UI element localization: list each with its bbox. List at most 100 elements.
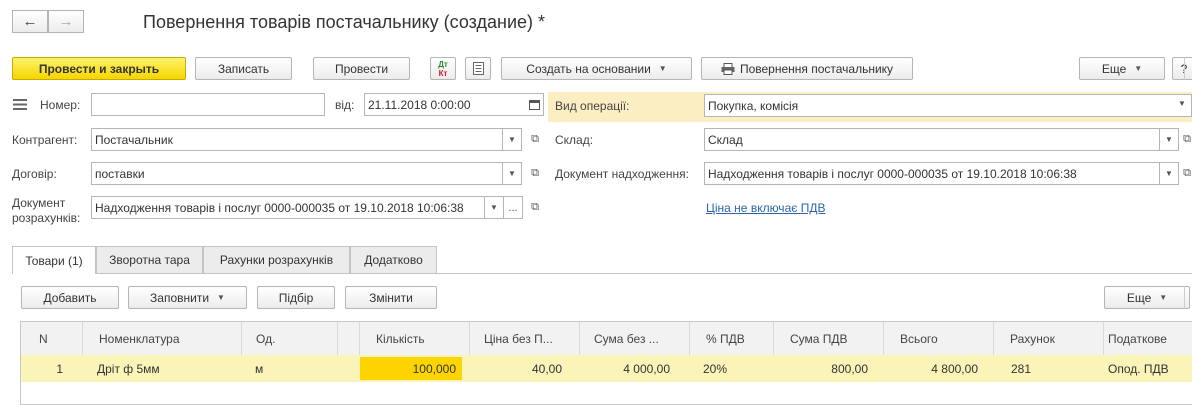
contract-dropdown[interactable]: ▼	[502, 162, 522, 185]
column-header-amount[interactable]: Сума без ...	[580, 322, 690, 355]
post-button[interactable]: Провести	[313, 57, 410, 80]
cell-tax[interactable]: Опод. ПДВ	[1104, 355, 1192, 382]
forward-button[interactable]: →	[48, 10, 84, 33]
back-button[interactable]: ←	[12, 10, 48, 33]
number-input[interactable]	[91, 93, 325, 116]
fill-label: Заповнити	[150, 290, 210, 305]
goods-table: N Номенклатура Од. Кількість Ціна без П.…	[20, 321, 1192, 405]
open-window-icon: ⧉	[531, 201, 539, 213]
column-header-tax[interactable]: Податкове	[1104, 322, 1192, 355]
contract-label: Договір:	[12, 167, 57, 181]
cell-total[interactable]: 4 800,00	[884, 355, 984, 382]
cell-n[interactable]: 1	[21, 355, 69, 382]
column-header-total[interactable]: Всього	[884, 322, 994, 355]
column-header-vat-rate[interactable]: % ПДВ	[690, 322, 774, 355]
column-header-quantity[interactable]: Кількість	[360, 322, 470, 355]
chevron-down-icon: ▼	[658, 64, 667, 73]
column-header-price[interactable]: Ціна без П...	[470, 322, 580, 355]
tab-goods[interactable]: Товари (1)	[12, 246, 96, 274]
tab-settlement-accounts[interactable]: Рахунки розрахунків	[203, 246, 350, 273]
chevron-down-icon: ▼	[1165, 135, 1173, 144]
scrollbar-top[interactable]	[1184, 57, 1192, 80]
chevron-down-icon: ▼	[217, 293, 225, 302]
calendar-icon	[528, 100, 540, 110]
ellipsis-icon: ...	[508, 201, 518, 214]
more-button[interactable]: Еще ▼	[1079, 57, 1165, 80]
settlement-doc-dropdown[interactable]: ▼	[484, 196, 504, 219]
scrollbar-table[interactable]	[1184, 286, 1192, 309]
column-header-n[interactable]: N	[21, 322, 83, 355]
operation-input[interactable]: Покупка, комісія	[704, 94, 1192, 117]
settlement-doc-input[interactable]: Надходження товарів і послуг 0000-000035…	[91, 196, 504, 219]
open-window-icon: ⧉	[1183, 167, 1191, 179]
calendar-button[interactable]	[526, 96, 542, 113]
counterparty-input[interactable]: Постачальник	[91, 128, 522, 151]
page-title: Повернення товарів постачальнику (создан…	[143, 12, 546, 32]
settlement-doc-open-button[interactable]: ⧉	[526, 196, 544, 219]
fill-button[interactable]: Заповнити ▼	[128, 286, 247, 309]
settlement-doc-label: Документ розрахунків:	[12, 196, 80, 226]
column-header-extra[interactable]	[338, 322, 360, 355]
receipt-doc-open-button[interactable]: ⧉	[1178, 162, 1192, 185]
receipt-doc-input[interactable]: Надходження товарів і послуг 0000-000035…	[704, 162, 1179, 185]
date-input[interactable]: 21.11.2018 0:00:00	[364, 93, 544, 116]
vat-link[interactable]: Ціна не включає ПДВ	[706, 201, 825, 215]
tab-returnable-packaging[interactable]: Зворотна тара	[96, 246, 203, 273]
create-based-on-button[interactable]: Создать на основании ▼	[501, 57, 692, 80]
chevron-down-icon[interactable]: ▼	[1178, 99, 1186, 108]
contract-open-button[interactable]: ⧉	[526, 162, 544, 185]
counterparty-dropdown[interactable]: ▼	[502, 128, 522, 151]
receipt-doc-dropdown[interactable]: ▼	[1159, 162, 1179, 185]
counterparty-open-button[interactable]: ⧉	[526, 128, 544, 151]
open-window-icon: ⧉	[531, 167, 539, 179]
chevron-down-icon: ▼	[490, 203, 498, 212]
document-icon	[472, 62, 484, 75]
select-button[interactable]: Підбір	[257, 286, 335, 309]
table-more-button[interactable]: Еще ▼	[1104, 286, 1190, 309]
cell-amount[interactable]: 4 000,00	[580, 355, 676, 382]
counterparty-label: Контрагент:	[12, 133, 78, 147]
cell-unit[interactable]: м	[249, 355, 339, 382]
save-button[interactable]: Записать	[195, 57, 292, 80]
kt-icon: Кт	[438, 68, 448, 78]
tab-additional[interactable]: Додатково	[350, 246, 437, 273]
list-icon	[13, 99, 27, 110]
warehouse-dropdown[interactable]: ▼	[1159, 128, 1179, 151]
cell-item[interactable]: Дріт ф 5мм	[91, 355, 241, 382]
warehouse-input[interactable]: Склад	[704, 128, 1179, 151]
add-row-button[interactable]: Добавить	[21, 286, 119, 309]
cell-extra[interactable]	[338, 355, 360, 382]
warehouse-label: Склад:	[555, 133, 594, 147]
dt-kt-button[interactable]: Дт Кт	[430, 57, 456, 80]
create-based-on-label: Создать на основании	[526, 61, 651, 76]
more-label: Еще	[1101, 61, 1127, 76]
column-header-item[interactable]: Номенклатура	[83, 322, 242, 355]
chevron-down-icon: ▼	[1165, 169, 1173, 178]
print-return-button[interactable]: Повернення постачальнику	[701, 57, 913, 80]
open-window-icon: ⧉	[531, 133, 539, 145]
structure-button[interactable]	[465, 57, 491, 80]
chevron-down-icon: ▼	[1134, 64, 1143, 73]
operation-label: Вид операції:	[555, 99, 630, 113]
contract-input[interactable]: поставки	[91, 162, 522, 185]
settlement-doc-select-button[interactable]: ...	[503, 196, 523, 219]
cell-price[interactable]: 40,00	[470, 355, 568, 382]
cell-quantity[interactable]: 100,000	[360, 357, 462, 380]
post-and-close-button[interactable]: Провести и закрыть	[12, 57, 186, 80]
column-header-account[interactable]: Рахунок	[994, 322, 1104, 355]
column-header-unit[interactable]: Од.	[242, 322, 338, 355]
warehouse-open-button[interactable]: ⧉	[1178, 128, 1192, 151]
printer-icon	[721, 62, 735, 75]
cell-vat-rate[interactable]: 20%	[697, 355, 773, 382]
print-return-label: Повернення постачальнику	[739, 61, 894, 76]
settlement-doc-label-line2: розрахунків:	[12, 211, 81, 225]
cell-account[interactable]: 281	[1005, 355, 1103, 382]
arrow-right-icon: →	[58, 13, 74, 30]
arrow-left-icon: ←	[22, 13, 38, 30]
date-label: від:	[335, 98, 355, 112]
change-button[interactable]: Змінити	[345, 286, 437, 309]
cell-vat-amount[interactable]: 800,00	[774, 355, 874, 382]
open-window-icon: ⧉	[1183, 133, 1191, 145]
table-more-label: Еще	[1126, 290, 1152, 305]
column-header-vat-amount[interactable]: Сума ПДВ	[774, 322, 884, 355]
